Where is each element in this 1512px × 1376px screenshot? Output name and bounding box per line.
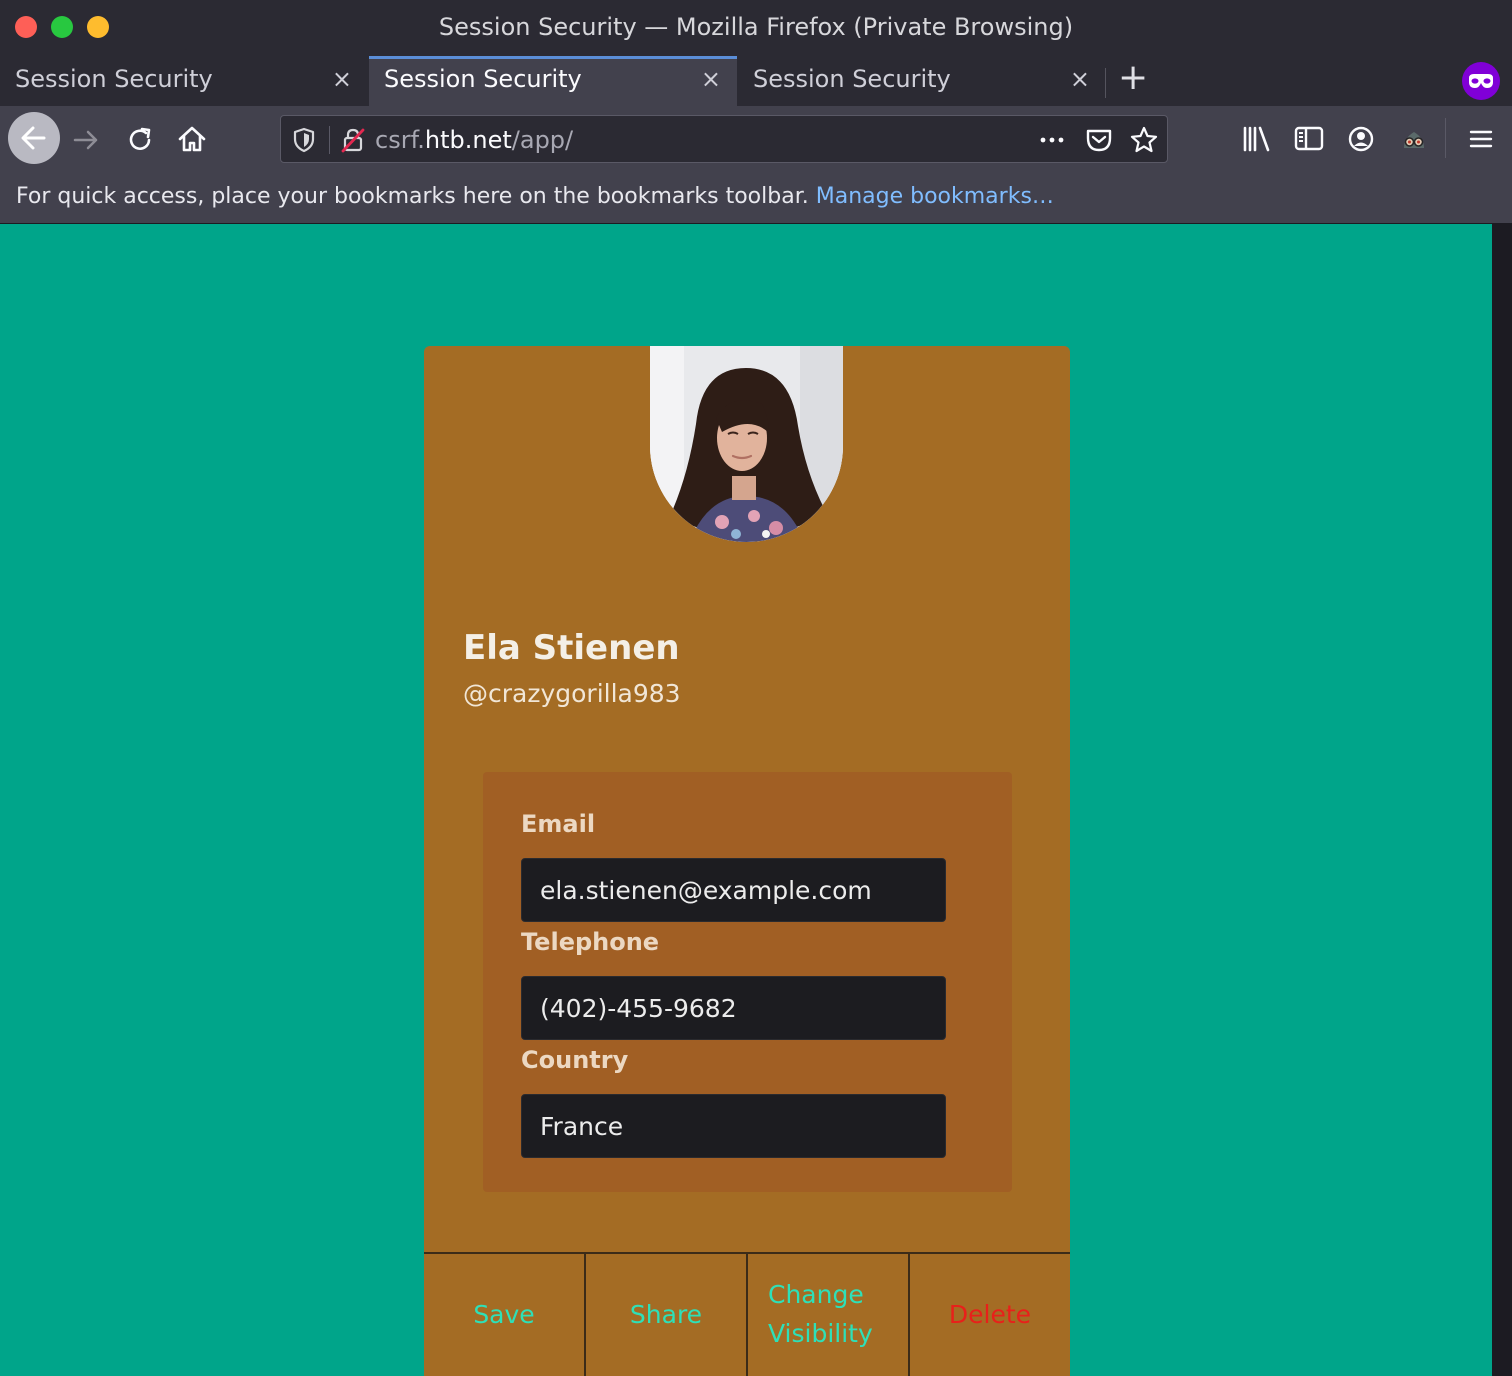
pocket-icon[interactable] [1084,126,1114,154]
home-icon[interactable] [176,123,208,155]
profile-name: Ela Stienen [463,628,680,668]
forward-arrow-icon[interactable] [70,124,102,156]
bookmark-star-icon[interactable] [1129,125,1159,155]
sidebar-icon[interactable] [1293,124,1325,154]
bookmarks-hint-text: For quick access, place your bookmarks h… [16,184,809,209]
share-button[interactable]: Share [586,1254,748,1376]
private-browsing-icon [1462,62,1500,100]
country-label: Country [521,1046,629,1074]
hamburger-menu-icon[interactable] [1466,124,1496,154]
bookmarks-toolbar-message: For quick access, place your bookmarks h… [16,184,1054,209]
change-visibility-button[interactable]: Change Visibility [748,1254,910,1376]
tab-session-security-3[interactable]: Session Security × [738,56,1106,106]
toolbar-divider [1445,118,1446,158]
back-arrow-icon [21,126,46,150]
avatar [650,346,843,542]
tab-close-icon[interactable]: × [332,67,352,91]
back-button[interactable] [8,112,60,164]
bookmarks-toolbar: For quick access, place your bookmarks h… [0,172,1512,224]
profile-handle: @crazygorilla983 [463,679,681,708]
url-text[interactable]: csrf.htb.net/app/ [375,126,573,154]
url-subdomain: csrf. [375,126,425,154]
email-field[interactable] [521,858,946,922]
insecure-lock-icon[interactable] [339,126,367,154]
window-title: Session Security — Mozilla Firefox (Priv… [438,13,1074,41]
tab-label: Session Security [384,65,582,93]
manage-bookmarks-link[interactable]: Manage bookmarks… [816,184,1054,209]
url-bar[interactable]: csrf.htb.net/app/ [280,115,1168,163]
telephone-label: Telephone [521,928,660,956]
navigation-toolbar: csrf.htb.net/app/ [0,106,1512,172]
url-host: htb.net [424,126,512,154]
url-path: /app/ [511,126,574,154]
country-field[interactable] [521,1094,946,1158]
tab-divider [1105,68,1106,98]
url-bar-divider [329,126,330,154]
email-label: Email [521,810,596,838]
tab-close-icon[interactable]: × [701,67,721,91]
delete-button[interactable]: Delete [910,1254,1070,1376]
save-button[interactable]: Save [424,1254,586,1376]
tab-session-security-1[interactable]: Session Security × [0,56,368,106]
extension-icon[interactable] [1399,124,1429,154]
new-tab-button[interactable]: + [1118,60,1148,96]
reload-icon[interactable] [124,124,156,156]
telephone-field[interactable] [521,976,946,1040]
tab-label: Session Security [753,65,951,93]
tab-session-security-2[interactable]: Session Security × [369,56,737,106]
window-titlebar: Session Security — Mozilla Firefox (Priv… [0,0,1512,56]
profile-actions: Save Share Change Visibility Delete [424,1252,1070,1376]
profile-card: Ela Stienen @crazygorilla983 Email Telep… [424,346,1070,1376]
scrollbar-track[interactable] [1492,224,1512,1376]
page-actions-icon[interactable] [1037,128,1067,152]
account-icon[interactable] [1346,124,1376,154]
library-icon[interactable] [1240,124,1274,154]
tracking-shield-icon[interactable] [291,126,317,154]
tab-label: Session Security [15,65,213,93]
tab-close-icon[interactable]: × [1070,67,1090,91]
tab-strip: Session Security × Session Security × Se… [0,56,1512,106]
page-viewport: Ela Stienen @crazygorilla983 Email Telep… [0,224,1492,1376]
change-visibility-label: Change Visibility [768,1280,873,1348]
contact-info-panel: Email Telephone Country [483,772,1012,1192]
